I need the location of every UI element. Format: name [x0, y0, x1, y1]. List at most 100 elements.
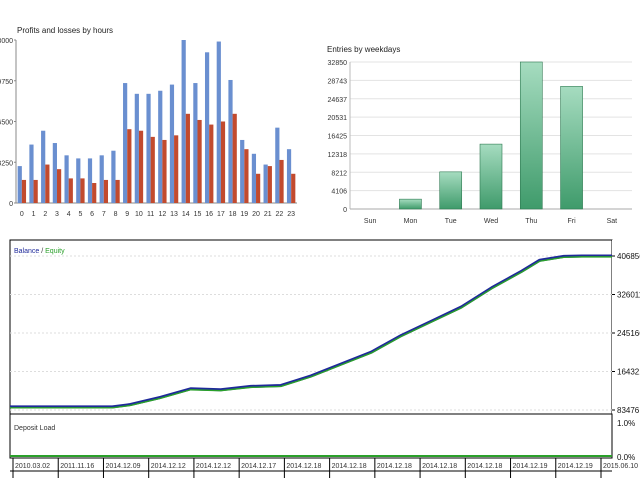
- balance-x-tick-label: 2014.12.18: [377, 463, 412, 470]
- hours-loss-bar: [162, 139, 167, 203]
- hours-profit-bar: [41, 130, 46, 203]
- hours-y-tick-label: 13250: [0, 160, 13, 167]
- weekdays-y-tick-label: 4106: [331, 189, 347, 196]
- hours-loss-bar: [103, 179, 109, 203]
- hours-loss-bar: [174, 135, 179, 203]
- hours-y-tick-label: 53000: [0, 38, 13, 45]
- weekdays-y-tick-label: 28743: [328, 78, 348, 85]
- hours-x-tick-label: 3: [55, 211, 59, 218]
- balance-y-tick-label: 83476: [617, 406, 640, 415]
- hours-x-tick-label: 11: [147, 211, 154, 218]
- hours-x-tick-label: 12: [158, 211, 166, 218]
- hours-x-tick-label: 5: [78, 211, 82, 218]
- hours-loss-bar: [197, 119, 202, 203]
- hours-x-tick-label: 17: [217, 211, 225, 218]
- hours-profit-bar: [146, 93, 151, 203]
- hours-loss-bar: [291, 173, 296, 203]
- hours-y-tick-label: 26500: [0, 120, 13, 127]
- weekdays-y-tick-label: 12318: [328, 152, 348, 159]
- balance-x-tick-label: 2014.12.12: [151, 463, 186, 470]
- weekday-x-label: Fri: [567, 218, 576, 225]
- hours-profit-bar: [216, 41, 221, 203]
- hours-profit-bar: [275, 127, 280, 203]
- hours-profit-bar: [263, 164, 268, 203]
- weekdays-y-tick-label: 24637: [328, 97, 348, 104]
- hours-x-tick-label: 2: [43, 211, 47, 218]
- hours-loss-bar: [232, 113, 237, 203]
- hours-loss-bar: [138, 130, 144, 203]
- balance-right-ticks-strip: [612, 240, 640, 414]
- hours-x-tick-label: 20: [252, 211, 260, 218]
- hours-x-tick-label: 23: [287, 211, 295, 218]
- hours-x-tick-label: 9: [125, 211, 129, 218]
- hours-loss-bar: [45, 164, 50, 203]
- hours-chart-title: Profits and losses by hours: [17, 26, 113, 35]
- hours-loss-bar: [267, 166, 272, 203]
- hours-chart: Profits and losses by hours 013250265003…: [0, 26, 297, 218]
- hours-loss-bar: [115, 179, 120, 203]
- deposit-y-ticks: 1.0% 0.0%: [617, 419, 635, 462]
- weekday-bar: [479, 143, 503, 210]
- weekdays-y-tick-label: 20531: [328, 115, 348, 122]
- deposit-frame: [9, 413, 613, 459]
- hours-loss-bar: [21, 179, 27, 203]
- hours-x-tick-label: 6: [90, 211, 94, 218]
- weekdays-y-tick-label: 0: [343, 207, 347, 214]
- balance-x-tick-label: 2014.12.19: [558, 463, 593, 470]
- deposit-title: Deposit Load: [14, 425, 55, 432]
- hours-x-tick-label: 22: [276, 211, 284, 218]
- hours-x-tick-label: 4: [67, 211, 71, 218]
- balance-chart: Balance / Equity 83476 164321 245166 326011…: [9, 239, 640, 415]
- weekday-x-label: Mon: [404, 218, 418, 225]
- weekday-x-label: Sun: [364, 218, 377, 225]
- hours-loss-bar: [279, 159, 284, 203]
- hours-loss-bar: [185, 113, 190, 203]
- hours-x-tick-label: 14: [182, 211, 190, 218]
- hours-loss-bar: [150, 136, 155, 203]
- hours-profit-bar: [87, 158, 93, 203]
- hours-profit-bar: [204, 52, 210, 204]
- hours-x-tick-label: 7: [102, 211, 106, 218]
- balance-x-tick-label: 2014.12.12: [196, 463, 231, 470]
- hours-x-tick-label: 19: [240, 211, 248, 218]
- balance-x-tick-label: 2014.12.17: [241, 463, 276, 470]
- weekdays-y-tick-label: 8212: [331, 170, 347, 177]
- report-charts: Profits and losses by hours 0 13250 26500 3…: [0, 26, 640, 478]
- balance-x-tick-label: 2014.12.18: [422, 463, 457, 470]
- hours-profit-bar: [240, 139, 245, 203]
- hours-y-tick-label: 39750: [0, 79, 13, 86]
- balance-x-tick-label: 2015.06.10: [603, 463, 638, 470]
- hours-profit-bar: [76, 158, 81, 203]
- hours-x-tick-label: 8: [114, 211, 118, 218]
- hours-loss-bar: [209, 124, 214, 203]
- hours-loss-bar: [56, 169, 62, 203]
- hours-loss-bar: [80, 178, 85, 203]
- hours-profit-bar: [134, 93, 139, 203]
- weekdays-y-tick-label: 16425: [328, 134, 348, 141]
- balance-legend: Balance / Equity: [14, 248, 65, 255]
- balance-y-tick-label: 164321: [617, 368, 640, 377]
- hours-x-tick-label: 16: [205, 211, 213, 218]
- hours-y-ticks: 0 13250 26500 39750 53000: [0, 38, 16, 208]
- hours-x-tick-label: 21: [264, 211, 272, 218]
- balance-x-tick-label: 2014.12.19: [513, 463, 548, 470]
- hours-profit-bar: [228, 79, 233, 203]
- balance-y-tick-label: 326011: [617, 291, 640, 300]
- hours-profit-bar: [123, 83, 128, 203]
- hours-profit-bar: [111, 150, 116, 203]
- hours-x-tick-label: 18: [229, 211, 237, 218]
- hours-x-tick-label: 13: [170, 211, 178, 218]
- hours-bars: [17, 40, 296, 204]
- weekday-bar: [439, 171, 463, 210]
- weekday-x-label: Thu: [525, 218, 537, 225]
- deposit-y-tick-label: 1.0%: [617, 419, 635, 428]
- hours-profit-bar: [286, 149, 292, 203]
- weekday-bar: [399, 198, 422, 210]
- hours-loss-bar: [127, 129, 132, 203]
- balance-frame: [9, 239, 613, 415]
- deposit-y-tick-label: 0.0%: [617, 453, 635, 462]
- hours-profit-bar: [251, 153, 257, 203]
- hours-loss-bar: [220, 121, 226, 203]
- hours-x-tick-label: 15: [194, 211, 202, 218]
- hours-loss-bar: [256, 173, 261, 203]
